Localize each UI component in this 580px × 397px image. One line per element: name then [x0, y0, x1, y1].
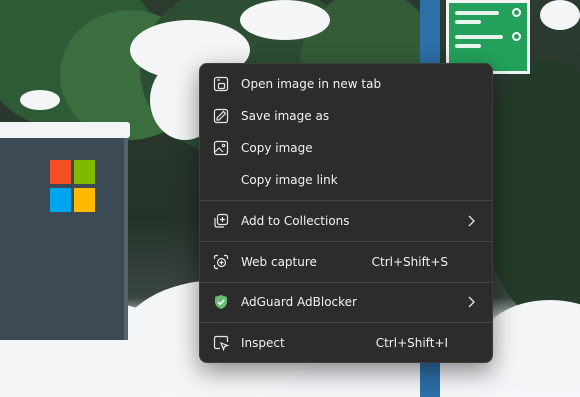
- menu-item-label: Save image as: [241, 109, 330, 123]
- menu-separator: [200, 241, 492, 242]
- menu-item-web-capture[interactable]: Web capture Ctrl+Shift+S: [204, 247, 488, 277]
- menu-item-open-image-new-tab[interactable]: Open image in new tab: [204, 69, 488, 99]
- menu-item-inspect[interactable]: Inspect Ctrl+Shift+I: [204, 328, 488, 358]
- menu-separator: [200, 322, 492, 323]
- keyboard-shortcut: Ctrl+Shift+S: [371, 255, 448, 269]
- microsoft-logo: [50, 160, 96, 214]
- menu-item-label: Add to Collections: [241, 214, 350, 228]
- menu-separator: [200, 282, 492, 283]
- menu-item-label: Copy image link: [241, 173, 338, 187]
- chevron-right-icon: [466, 295, 476, 309]
- inspect-icon: [213, 335, 230, 352]
- keyboard-shortcut: Ctrl+Shift+I: [375, 336, 448, 350]
- copy-image-icon: [213, 140, 229, 156]
- open-new-tab-icon: [213, 76, 229, 92]
- menu-item-label: Inspect: [241, 336, 285, 350]
- menu-item-label: Web capture: [241, 255, 317, 269]
- add-collections-icon: [213, 213, 229, 229]
- menu-item-label: Open image in new tab: [241, 77, 382, 91]
- menu-item-copy-image[interactable]: Copy image: [204, 133, 488, 163]
- adguard-shield-icon: [213, 294, 229, 310]
- save-image-icon: [213, 108, 229, 124]
- menu-separator: [200, 200, 492, 201]
- menu-item-add-to-collections[interactable]: Add to Collections: [204, 206, 488, 236]
- menu-item-copy-image-link[interactable]: Copy image link: [204, 165, 488, 195]
- context-menu: Open image in new tab Save image as Copy…: [199, 63, 493, 363]
- chevron-right-icon: [466, 214, 476, 228]
- menu-item-save-image-as[interactable]: Save image as: [204, 101, 488, 131]
- menu-item-label: Copy image: [241, 141, 313, 155]
- menu-item-adguard-adblocker[interactable]: AdGuard AdBlocker: [204, 287, 488, 317]
- menu-item-label: AdGuard AdBlocker: [241, 295, 357, 309]
- web-capture-icon: [213, 254, 229, 270]
